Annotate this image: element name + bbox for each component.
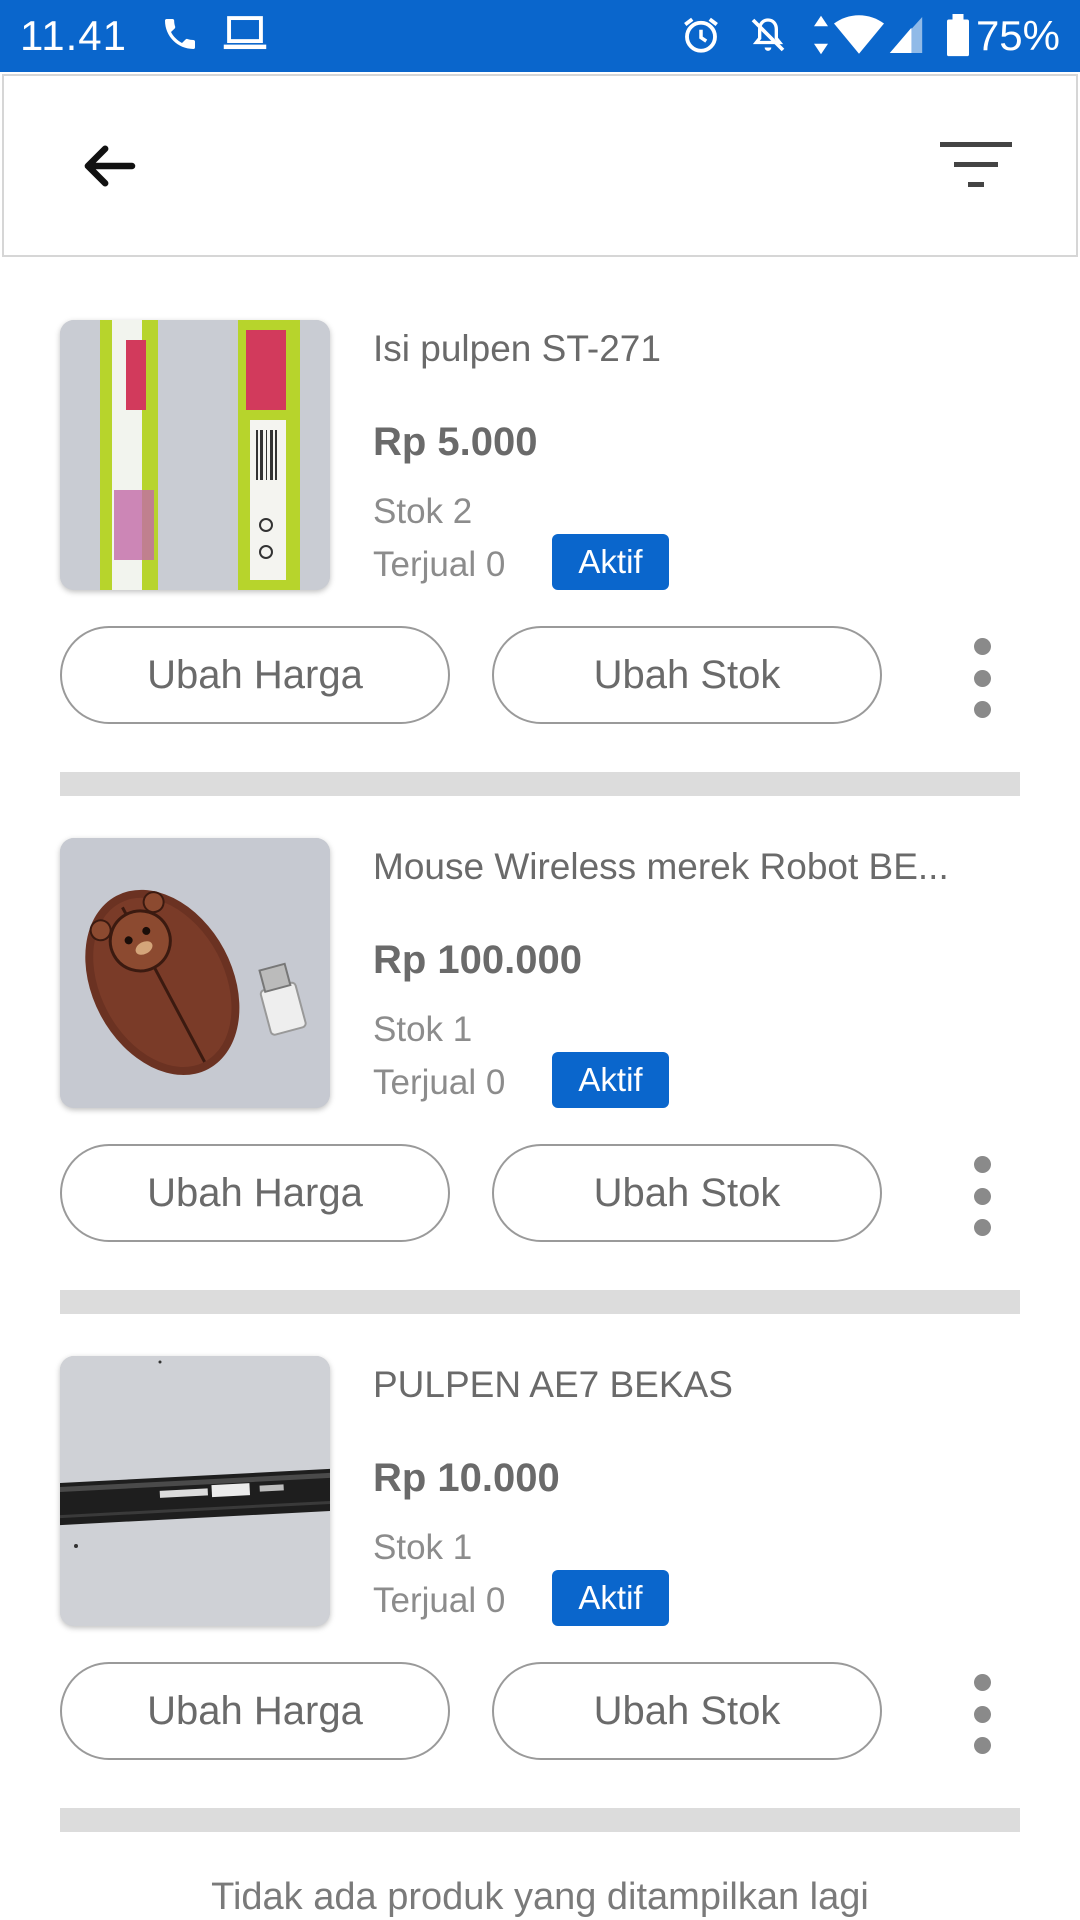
product-sold: Terjual 0 (373, 1063, 506, 1102)
product-price: Rp 100.000 (373, 938, 583, 982)
battery-percent: 75% (975, 12, 1060, 59)
product-image[interactable] (60, 320, 330, 590)
app-bar (2, 74, 1078, 257)
data-arrows-icon (812, 14, 830, 61)
product-card[interactable]: Isi pulpen ST-271 Rp 5.000 Stok 2 Terjua… (60, 320, 1020, 800)
product-sold: Terjual 0 (373, 1581, 506, 1620)
alarm-icon (680, 14, 722, 61)
edit-price-button[interactable]: Ubah Harga (60, 1144, 450, 1242)
edit-stock-button[interactable]: Ubah Stok (492, 1144, 882, 1242)
filter-icon (940, 142, 1012, 187)
more-vert-icon (973, 638, 991, 655)
filter-button[interactable] (934, 136, 1014, 196)
phone-icon (160, 14, 200, 59)
edit-price-button[interactable]: Ubah Harga (60, 626, 450, 724)
product-card[interactable]: PULPEN AE7 BEKAS Rp 10.000 Stok 1 Terjua… (60, 1356, 1020, 1836)
status-badge: Aktif (552, 1570, 669, 1626)
product-stock: Stok 2 (373, 492, 473, 531)
divider (60, 1808, 1020, 1832)
signal-icon (888, 14, 924, 61)
product-name[interactable]: PULPEN AE7 BEKAS (373, 1364, 973, 1406)
product-name[interactable]: Mouse Wireless merek Robot BE... (373, 846, 973, 888)
status-badge: Aktif (552, 1052, 669, 1108)
product-image[interactable] (60, 1356, 330, 1626)
more-vert-icon (973, 1674, 991, 1691)
more-options-button[interactable] (960, 1156, 1004, 1236)
product-stock: Stok 1 (373, 1528, 473, 1567)
more-options-button[interactable] (960, 1674, 1004, 1754)
edit-price-button[interactable]: Ubah Harga (60, 1662, 450, 1760)
product-sold: Terjual 0 (373, 545, 506, 584)
status-bar: 11.41 75% (0, 0, 1080, 72)
more-options-button[interactable] (960, 638, 1004, 718)
status-badge: Aktif (552, 534, 669, 590)
product-stock: Stok 1 (373, 1010, 473, 1049)
laptop-icon (222, 14, 268, 59)
back-button[interactable] (74, 131, 144, 201)
battery-icon (945, 14, 971, 63)
divider (60, 772, 1020, 796)
more-vert-icon (973, 1156, 991, 1173)
divider (60, 1290, 1020, 1314)
product-price: Rp 10.000 (373, 1456, 560, 1500)
edit-stock-button[interactable]: Ubah Stok (492, 626, 882, 724)
status-time: 11.41 (20, 12, 127, 59)
product-name[interactable]: Isi pulpen ST-271 (373, 328, 973, 370)
notifications-off-icon (748, 14, 788, 61)
wifi-icon (834, 14, 884, 61)
product-card[interactable]: Mouse Wireless merek Robot BE... Rp 100.… (60, 838, 1020, 1318)
edit-stock-button[interactable]: Ubah Stok (492, 1662, 882, 1760)
arrow-left-icon (84, 145, 136, 187)
product-image[interactable] (60, 838, 330, 1108)
product-price: Rp 5.000 (373, 420, 538, 464)
end-of-list-message: Tidak ada produk yang ditampilkan lagi (211, 1876, 869, 1918)
